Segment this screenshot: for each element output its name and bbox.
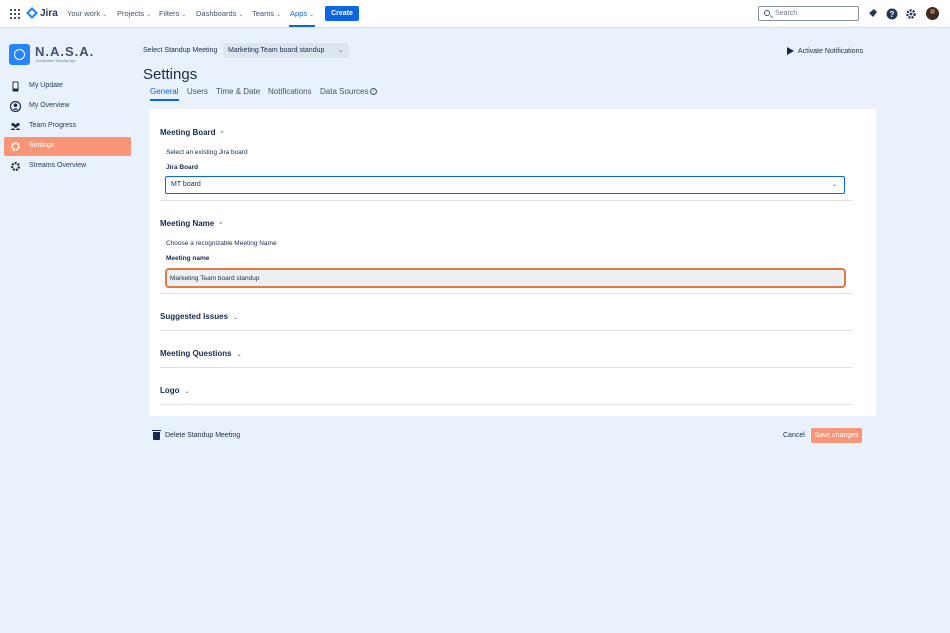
settings-card [149, 109, 876, 416]
chevron-up-icon: ^ [220, 131, 224, 137]
meeting-questions-section-toggle[interactable]: Meeting Questions ⌄ [160, 349, 242, 358]
nav-apps[interactable]: Apps ⌄ [290, 9, 314, 18]
delete-standup-label: Delete Standup Meeting [165, 432, 241, 439]
meeting-board-section-toggle[interactable]: Meeting Board ^ [160, 128, 223, 137]
gear-icon [10, 161, 21, 172]
gear-icon [10, 141, 21, 152]
svg-text:?: ? [890, 10, 895, 19]
search-placeholder: Search [775, 10, 798, 17]
settings-icon[interactable] [905, 8, 917, 20]
standup-meeting-select[interactable]: Marketing Team board standup ⌄ [223, 43, 349, 58]
chevron-down-icon: ⌄ [184, 389, 190, 395]
brand-name: N.A.S.A. [35, 44, 95, 59]
sidebar-item-label: My Overview [29, 102, 70, 109]
brand-tagline: Not Another Standup App [36, 59, 76, 63]
sidebar-item-settings[interactable]: Settings [4, 137, 131, 156]
section-divider [160, 404, 852, 405]
chevron-down-icon: ⌄ [338, 48, 344, 54]
nav-filters[interactable]: Filters ⌄ [159, 9, 186, 18]
trash-icon [152, 430, 161, 440]
logo-section-toggle[interactable]: Logo ⌄ [160, 386, 190, 395]
suggested-issues-section-toggle[interactable]: Suggested Issues ⌄ [160, 312, 238, 321]
chevron-down-icon: ⌄ [236, 352, 242, 358]
chevron-down-icon: ⌄ [832, 182, 838, 188]
notifications-icon[interactable] [866, 8, 878, 20]
tab-time-date[interactable]: Time & Date [216, 87, 260, 96]
sidebar-item-my-update[interactable]: My Update [4, 77, 131, 96]
tab-active-indicator [150, 99, 179, 101]
page-title: Settings [143, 66, 198, 83]
sidebar-item-team-progress[interactable]: Team Progress [4, 117, 131, 136]
nav-active-indicator [289, 25, 315, 27]
jira-board-label: Jira Board [166, 164, 199, 171]
sidebar-item-label: Settings [29, 142, 55, 149]
team-icon [10, 122, 21, 130]
nav-dashboards[interactable]: Dashboards ⌄ [196, 9, 243, 18]
standup-meeting-value: Marketing Team board standup [228, 47, 325, 54]
sidebar-item-my-overview[interactable]: My Overview [4, 97, 131, 116]
section-divider [160, 200, 852, 201]
jira-board-select[interactable]: MT board ⌄ [165, 176, 845, 194]
jira-board-value: MT board [171, 181, 201, 188]
user-circle-icon [10, 101, 21, 112]
section-divider [160, 293, 852, 294]
phone-icon [12, 81, 19, 92]
info-icon: i [370, 88, 378, 96]
nav-teams[interactable]: Teams ⌄ [252, 9, 281, 18]
sidebar-item-streams-overview[interactable]: Streams Overview [4, 157, 131, 176]
tab-users[interactable]: Users [187, 87, 208, 96]
meeting-name-section-toggle[interactable]: Meeting Name ^ [160, 219, 222, 228]
nasa-logo-icon [9, 44, 30, 65]
sidebar-item-label: Team Progress [29, 122, 77, 129]
create-button[interactable]: Create [325, 6, 359, 21]
jira-logo-icon[interactable] [26, 7, 38, 20]
meeting-name-field[interactable] [165, 268, 846, 288]
sidebar-item-label: My Update [29, 82, 63, 89]
tab-general[interactable]: General [150, 87, 178, 96]
chevron-up-icon: ^ [219, 222, 223, 228]
tab-data-sources[interactable]: Data Sources i [320, 87, 378, 96]
play-icon [787, 47, 794, 55]
search-input[interactable]: Search [758, 6, 859, 21]
standup-select-label: Select Standup Meeting [143, 47, 218, 54]
nav-your-work[interactable]: Your work ⌄ [67, 9, 107, 18]
save-changes-button[interactable]: Save changes [811, 428, 862, 443]
tab-notifications[interactable]: Notifications [268, 87, 312, 96]
cancel-button[interactable]: Cancel [783, 432, 805, 439]
app-switcher-icon[interactable] [10, 9, 20, 19]
avatar[interactable] [926, 7, 939, 20]
chevron-down-icon: ⌄ [233, 315, 239, 321]
nav-projects[interactable]: Projects ⌄ [117, 9, 151, 18]
sidebar-item-label: Streams Overview [29, 162, 87, 169]
section-divider [160, 330, 852, 331]
section-divider [160, 367, 852, 368]
meeting-board-helper: Select an existing Jira board [166, 149, 248, 156]
top-navigation-bar: Jira Your work ⌄ Projects ⌄ Filters ⌄ Dashb… [0, 0, 950, 28]
meeting-name-label: Meeting name [166, 255, 210, 262]
activate-notifications-label: Activate Notifications [798, 48, 863, 55]
search-icon [764, 10, 770, 16]
meeting-name-helper: Choose a recognizable Meeting Name [166, 240, 277, 247]
meeting-name-input[interactable] [170, 273, 830, 283]
jira-wordmark[interactable]: Jira [40, 8, 58, 19]
help-icon[interactable]: ? [886, 8, 898, 20]
